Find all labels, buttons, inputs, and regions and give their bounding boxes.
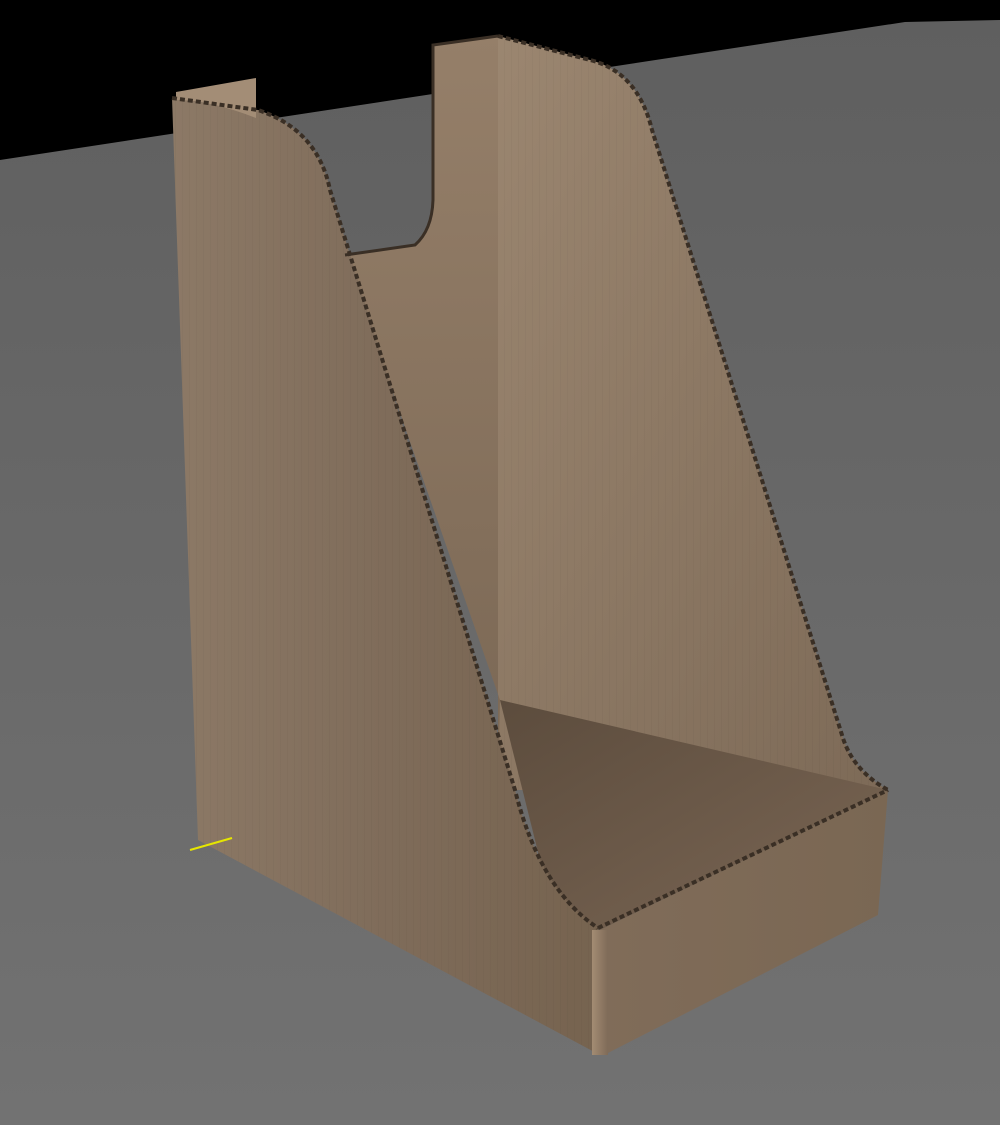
3d-viewport[interactable] (0, 0, 1000, 1125)
viewport-scene[interactable] (0, 0, 1000, 1125)
front-lip-corner (592, 930, 608, 1055)
